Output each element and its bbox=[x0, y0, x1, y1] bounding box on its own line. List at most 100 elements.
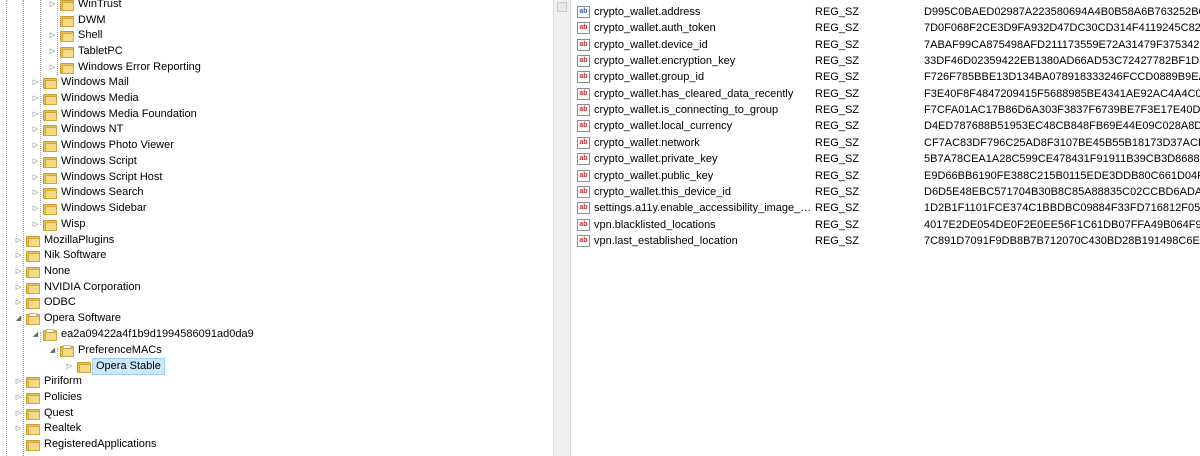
tree-node[interactable]: ◢ Opera Software bbox=[14, 311, 121, 326]
tree-node[interactable]: ▷ MozillaPlugins bbox=[14, 233, 114, 248]
tree-node-label[interactable]: PreferenceMACs bbox=[78, 343, 162, 358]
tree-node[interactable]: ▷ Wisp bbox=[31, 217, 85, 232]
tree-node-label[interactable]: MozillaPlugins bbox=[44, 233, 114, 248]
tree-node[interactable]: ▷ Nik Software bbox=[14, 248, 106, 263]
tree-node-label[interactable]: Opera Stable bbox=[92, 358, 165, 375]
expand-arrow-icon[interactable]: ▷ bbox=[31, 220, 40, 229]
value-row[interactable]: ab vpn.blacklisted_locations REG_SZ 4017E2D… bbox=[577, 217, 1200, 233]
value-row[interactable]: ab crypto_wallet.private_key REG_SZ 5B7A78C… bbox=[577, 151, 1200, 167]
expand-arrow-icon[interactable]: ▷ bbox=[31, 188, 40, 197]
expand-arrow-icon[interactable]: ▷ bbox=[65, 362, 74, 371]
tree-node-label[interactable]: Windows NT bbox=[61, 122, 123, 137]
tree-node-label[interactable]: Windows Search bbox=[61, 185, 144, 200]
expand-arrow-icon[interactable]: ▷ bbox=[31, 78, 40, 87]
tree-node-label[interactable]: Windows Mail bbox=[61, 75, 129, 90]
expand-arrow-icon[interactable]: ▷ bbox=[14, 283, 23, 292]
tree-node[interactable]: ▷ Windows NT bbox=[31, 122, 123, 137]
expand-arrow-icon[interactable]: ▷ bbox=[14, 377, 23, 386]
tree-node-label[interactable]: Quest bbox=[44, 406, 73, 421]
expand-arrow-icon[interactable]: ▷ bbox=[31, 157, 40, 166]
tree-node[interactable]: ▷ Windows Sidebar bbox=[31, 201, 147, 216]
tree-node[interactable]: ◢ PreferenceMACs bbox=[48, 343, 162, 358]
tree-node[interactable]: ▷ Windows Media Foundation bbox=[31, 107, 197, 122]
expand-arrow-icon[interactable]: ▷ bbox=[31, 141, 40, 150]
expand-arrow-icon[interactable]: ▷ bbox=[14, 409, 23, 418]
tree-node-label[interactable]: DWM bbox=[78, 13, 106, 28]
value-row[interactable]: ab crypto_wallet.auth_token REG_SZ 7D0F068F… bbox=[577, 20, 1200, 36]
tree-node[interactable]: ▷ TabletPC bbox=[48, 44, 123, 59]
tree-node[interactable]: RegisteredApplications bbox=[14, 437, 157, 452]
tree-node[interactable]: ◢ ea2a09422a4f1b9d1994586091ad0da9 bbox=[31, 327, 254, 342]
tree-node[interactable]: ▷ Piriform bbox=[14, 374, 82, 389]
tree-node-label[interactable]: Wisp bbox=[61, 217, 85, 232]
tree-node[interactable]: ▷ Quest bbox=[14, 406, 73, 421]
tree-node-label[interactable]: TabletPC bbox=[78, 44, 123, 59]
expand-arrow-icon[interactable]: ▷ bbox=[14, 424, 23, 433]
value-row[interactable]: ab crypto_wallet.address REG_SZ D995C0BAED0… bbox=[577, 4, 1200, 20]
value-row[interactable]: ab crypto_wallet.this_device_id REG_SZ D6D5… bbox=[577, 184, 1200, 200]
tree-node[interactable]: DWM bbox=[48, 13, 106, 28]
tree-node[interactable]: ▷ Windows Error Reporting bbox=[48, 60, 201, 75]
scrollbar-up-arrow[interactable] bbox=[557, 2, 567, 12]
tree-node-label[interactable]: NVIDIA Corporation bbox=[44, 280, 141, 295]
tree-node-label[interactable]: Windows Photo Viewer bbox=[61, 138, 174, 153]
tree-node[interactable]: ▷ Windows Search bbox=[31, 185, 144, 200]
tree-node[interactable]: ▷ Opera Stable bbox=[65, 358, 165, 375]
tree-node[interactable]: ▷ Policies bbox=[14, 390, 82, 405]
tree-node-label[interactable]: RegisteredApplications bbox=[44, 437, 157, 452]
tree-node-label[interactable]: Opera Software bbox=[44, 311, 121, 326]
tree-node[interactable]: ▷ Windows Media bbox=[31, 91, 139, 106]
tree-node-label[interactable]: Realtek bbox=[44, 421, 81, 436]
value-row[interactable]: ab crypto_wallet.device_id REG_SZ 7ABAF99CA… bbox=[577, 37, 1200, 53]
tree-node-label[interactable]: Windows Script bbox=[61, 154, 137, 169]
expand-arrow-icon[interactable]: ▷ bbox=[31, 173, 40, 182]
value-row[interactable]: ab crypto_wallet.public_key REG_SZ E9D66BB6… bbox=[577, 168, 1200, 184]
tree-node-label[interactable]: Policies bbox=[44, 390, 82, 405]
pane-splitter[interactable] bbox=[553, 0, 571, 456]
expand-arrow-icon[interactable]: ▷ bbox=[14, 298, 23, 307]
tree-node-label[interactable]: Windows Error Reporting bbox=[78, 60, 201, 75]
expand-arrow-icon[interactable]: ▷ bbox=[14, 267, 23, 276]
tree-node[interactable]: ▷ WinTrust bbox=[48, 0, 122, 12]
tree-node-label[interactable]: ea2a09422a4f1b9d1994586091ad0da9 bbox=[61, 327, 254, 342]
value-row[interactable]: ab crypto_wallet.has_cleared_data_recentl… bbox=[577, 86, 1200, 102]
tree-node-label[interactable]: Windows Media Foundation bbox=[61, 107, 197, 122]
tree-node-label[interactable]: WinTrust bbox=[78, 0, 122, 12]
tree-node-label[interactable]: Windows Media bbox=[61, 91, 139, 106]
collapse-arrow-icon[interactable]: ◢ bbox=[14, 314, 23, 323]
collapse-arrow-icon[interactable]: ◢ bbox=[31, 330, 40, 339]
value-row[interactable]: ab vpn.last_established_location REG_SZ 7C8… bbox=[577, 233, 1200, 249]
collapse-arrow-icon[interactable]: ◢ bbox=[48, 346, 57, 355]
tree-node[interactable]: ▷ Windows Photo Viewer bbox=[31, 138, 174, 153]
tree-node[interactable]: ▷ Windows Script Host bbox=[31, 170, 162, 185]
expand-arrow-icon[interactable]: ▷ bbox=[14, 236, 23, 245]
expand-arrow-icon[interactable]: ▷ bbox=[14, 393, 23, 402]
tree-node-label[interactable]: Piriform bbox=[44, 374, 82, 389]
expand-arrow-icon[interactable]: ▷ bbox=[48, 63, 57, 72]
tree-node-label[interactable]: None bbox=[44, 264, 70, 279]
tree-node-label[interactable]: ODBC bbox=[44, 295, 76, 310]
expand-arrow-icon[interactable]: ▷ bbox=[14, 251, 23, 260]
tree-node[interactable]: ▷ NVIDIA Corporation bbox=[14, 280, 141, 295]
expand-arrow-icon[interactable]: ▷ bbox=[31, 125, 40, 134]
expand-arrow-icon[interactable]: ▷ bbox=[48, 0, 57, 9]
expand-arrow-icon[interactable]: ▷ bbox=[31, 110, 40, 119]
value-row[interactable]: ab crypto_wallet.is_connecting_to_group RE… bbox=[577, 102, 1200, 118]
tree-node[interactable]: ▷ Shell bbox=[48, 28, 102, 43]
tree-node[interactable]: ▷ Realtek bbox=[14, 421, 81, 436]
tree-node[interactable]: ▷ ODBC bbox=[14, 295, 76, 310]
expand-arrow-icon[interactable]: ▷ bbox=[48, 31, 57, 40]
registry-key-tree[interactable]: ▷ WinTrust DWM ▷ Shell ▷ TabletPC ▷ Windows Erro… bbox=[0, 0, 553, 456]
expand-arrow-icon[interactable]: ▷ bbox=[31, 94, 40, 103]
tree-node[interactable]: ▷ Windows Mail bbox=[31, 75, 129, 90]
expand-arrow-icon[interactable]: ▷ bbox=[31, 204, 40, 213]
value-row[interactable]: ab crypto_wallet.encryption_key REG_SZ 33DF… bbox=[577, 53, 1200, 69]
tree-node-label[interactable]: Nik Software bbox=[44, 248, 106, 263]
tree-node[interactable]: ▷ Windows Script bbox=[31, 154, 137, 169]
tree-node[interactable]: ▷ None bbox=[14, 264, 70, 279]
value-row[interactable]: ab crypto_wallet.group_id REG_SZ F726F785BB… bbox=[577, 69, 1200, 85]
value-row[interactable]: ab crypto_wallet.network REG_SZ CF7AC83DF79… bbox=[577, 135, 1200, 151]
tree-node-label[interactable]: Windows Sidebar bbox=[61, 201, 147, 216]
value-row[interactable]: ab crypto_wallet.local_currency REG_SZ D4ED… bbox=[577, 118, 1200, 134]
expand-arrow-icon[interactable]: ▷ bbox=[48, 47, 57, 56]
